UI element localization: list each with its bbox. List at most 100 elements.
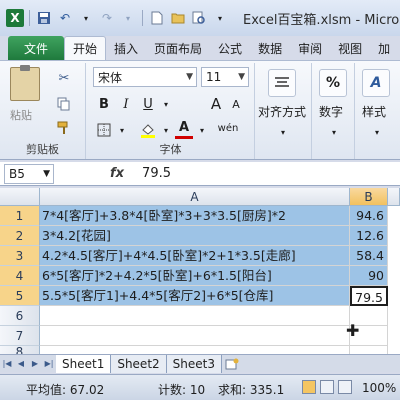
new-file-icon[interactable] — [148, 9, 166, 27]
save-icon[interactable] — [35, 9, 53, 27]
column-header-c[interactable] — [388, 188, 400, 206]
tab-insert[interactable]: 插入 — [106, 36, 146, 60]
format-painter-icon[interactable] — [54, 119, 74, 137]
bold-button[interactable]: B — [95, 95, 113, 113]
cell-b1[interactable]: 94.6 — [350, 206, 388, 226]
name-box[interactable]: B5 ▼ — [4, 163, 54, 184]
chevron-down-icon[interactable]: ▾ — [368, 123, 386, 141]
redo-icon[interactable]: ↷ — [98, 9, 116, 27]
copy-icon[interactable] — [54, 95, 74, 113]
cell-b2[interactable]: 12.6 — [350, 226, 388, 246]
chevron-down-icon[interactable]: ▼ — [238, 72, 245, 82]
row-header[interactable]: 2 — [0, 226, 40, 246]
underline-button[interactable]: U — [139, 95, 157, 113]
page-layout-view-icon[interactable] — [320, 380, 334, 394]
borders-icon[interactable] — [95, 121, 113, 139]
row-header[interactable]: 7 — [0, 326, 40, 346]
zoom-level[interactable]: 100% — [362, 381, 396, 395]
font-color-dropdown-icon[interactable]: ▾ — [193, 121, 211, 139]
cell-a4[interactable]: 6*5[客厅]*2+4.2*5[卧室]+6*1.5[阳台] — [40, 266, 350, 286]
formula-bar: B5 ▼ fx 79.5 — [0, 162, 400, 186]
grow-font-icon[interactable]: A — [207, 95, 225, 113]
chevron-down-icon[interactable]: ▾ — [274, 123, 292, 141]
chevron-down-icon[interactable]: ▼ — [43, 169, 50, 179]
undo-dropdown-icon[interactable]: ▾ — [77, 9, 95, 27]
separator — [29, 10, 30, 26]
last-sheet-icon[interactable]: ▶| — [42, 359, 56, 368]
chevron-down-icon[interactable]: ▾ — [325, 123, 343, 141]
excel-app-icon[interactable]: X — [6, 9, 24, 27]
quick-access-toolbar: X ↶ ▾ ↷ ▾ ▾ — [0, 9, 229, 27]
styles-icon[interactable]: A — [362, 69, 390, 97]
open-folder-icon[interactable] — [169, 9, 187, 27]
number-group: % 数字 ▾ — [313, 63, 355, 159]
prev-sheet-icon[interactable]: ◀ — [14, 359, 28, 368]
status-bar: 平均值: 67.02 计数: 10 求和: 335.1 100% — [0, 374, 400, 400]
font-name-combo[interactable]: 宋体 ▼ — [93, 67, 197, 87]
tab-page-layout[interactable]: 页面布局 — [146, 36, 210, 60]
cell-a2[interactable]: 3*4.2[花园] — [40, 226, 350, 246]
phonetic-guide-button[interactable]: wén — [215, 119, 241, 137]
column-header-a[interactable]: A — [40, 188, 350, 206]
number-label[interactable]: 数字 — [319, 103, 343, 120]
font-size-combo[interactable]: 11 ▼ — [201, 67, 249, 87]
column-header-b[interactable]: B — [350, 188, 388, 206]
sheet-tab-sheet2[interactable]: Sheet2 — [111, 354, 167, 373]
paste-icon[interactable] — [10, 65, 40, 101]
name-box-value: B5 — [9, 166, 25, 181]
sheet-tab-sheet1[interactable]: Sheet1 — [56, 354, 112, 373]
row-header[interactable]: 1 — [0, 206, 40, 226]
formula-input[interactable]: 79.5 — [142, 166, 171, 181]
print-preview-icon[interactable] — [190, 9, 208, 27]
cell-b5-active[interactable]: 79.5 — [350, 286, 388, 306]
page-break-view-icon[interactable] — [338, 380, 352, 394]
underline-dropdown-icon[interactable]: ▾ — [157, 95, 175, 113]
alignment-icon[interactable] — [268, 69, 296, 97]
cut-icon[interactable]: ✂ — [54, 69, 74, 87]
row-header[interactable]: 5 — [0, 286, 40, 306]
insert-sheet-icon[interactable] — [222, 355, 242, 373]
tab-review[interactable]: 审阅 — [290, 36, 330, 60]
row-header[interactable]: 6 — [0, 306, 40, 326]
tab-addins[interactable]: 加 — [370, 36, 398, 60]
alignment-group: 对齐方式 ▾ — [256, 63, 312, 159]
paste-label[interactable]: 粘贴 — [10, 107, 32, 123]
borders-dropdown-icon[interactable]: ▾ — [113, 121, 131, 139]
window-title: Excel百宝箱.xlsm - Microsoft Ex — [243, 12, 400, 28]
insert-function-button[interactable]: fx — [110, 166, 124, 181]
tab-file[interactable]: 文件 — [8, 36, 64, 60]
font-color-button[interactable]: A — [175, 119, 193, 139]
tab-data[interactable]: 数据 — [250, 36, 290, 60]
undo-icon[interactable]: ↶ — [56, 9, 74, 27]
redo-dropdown-icon[interactable]: ▾ — [119, 9, 137, 27]
chevron-down-icon[interactable]: ▼ — [186, 72, 193, 82]
cell-b3[interactable]: 58.4 — [350, 246, 388, 266]
cell-a6[interactable] — [40, 306, 350, 326]
next-sheet-icon[interactable]: ▶ — [28, 359, 42, 368]
cell-a5[interactable]: 5.5*5[客厅1]+4.4*5[客厅2]+6*5[仓库] — [40, 286, 350, 306]
cell-a7[interactable] — [40, 326, 350, 346]
tab-view[interactable]: 视图 — [330, 36, 370, 60]
fill-color-icon[interactable] — [139, 121, 157, 139]
tab-home[interactable]: 开始 — [64, 36, 107, 60]
cell-b4[interactable]: 90 — [350, 266, 388, 286]
alignment-label[interactable]: 对齐方式 — [258, 103, 306, 120]
cell-a3[interactable]: 4.2*4.5[客厅]+4*4.5[卧室]*2+1*3.5[走廊] — [40, 246, 350, 266]
tab-formulas[interactable]: 公式 — [210, 36, 250, 60]
cell-a1[interactable]: 7*4[客厅]+3.8*4[卧室]*3+3*3.5[厨房]*2 — [40, 206, 350, 226]
italic-button[interactable]: I — [117, 95, 135, 113]
row-header[interactable]: 4 — [0, 266, 40, 286]
normal-view-icon[interactable] — [302, 380, 316, 394]
separator — [142, 10, 143, 26]
select-all-corner[interactable] — [0, 188, 40, 206]
fill-dropdown-icon[interactable]: ▾ — [157, 121, 175, 139]
styles-label[interactable]: 样式 — [362, 103, 386, 120]
number-format-icon[interactable]: % — [319, 69, 347, 97]
first-sheet-icon[interactable]: |◀ — [0, 359, 14, 368]
row-header[interactable]: 3 — [0, 246, 40, 266]
sheet-tab-sheet3[interactable]: Sheet3 — [166, 354, 222, 373]
customize-dropdown-icon[interactable]: ▾ — [211, 9, 229, 27]
worksheet-grid: A B 1 7*4[客厅]+3.8*4[卧室]*3+3*3.5[厨房]*2 94… — [0, 188, 400, 359]
clipboard-group: 粘贴 ✂ 剪贴板 — [0, 63, 86, 159]
shrink-font-icon[interactable]: A — [227, 95, 245, 113]
